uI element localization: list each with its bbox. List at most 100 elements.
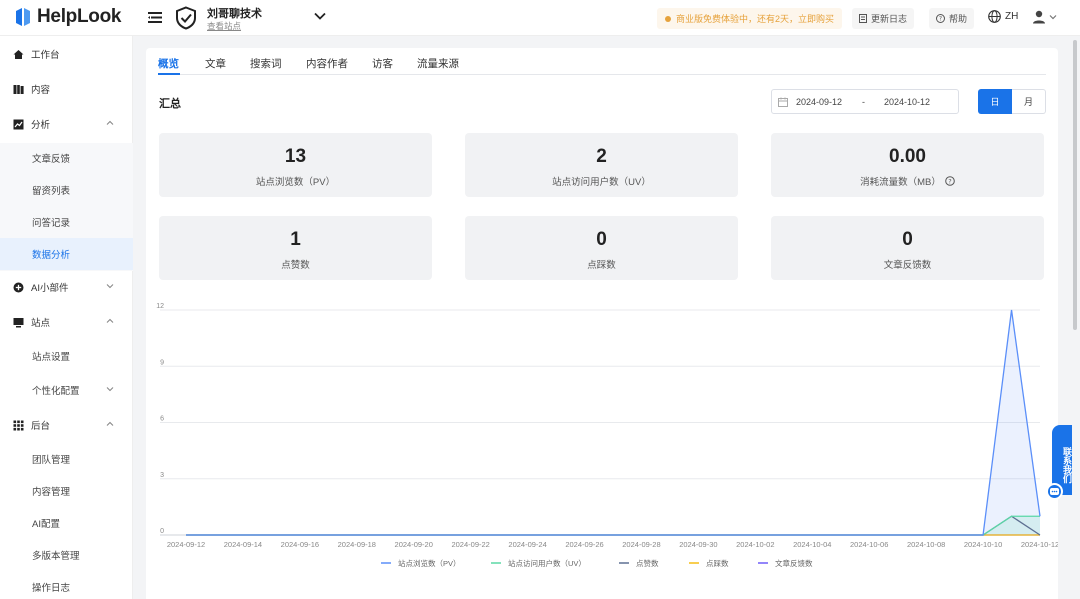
promo-text: 商业版免费体验中，还有2天，立即购买 — [676, 14, 835, 24]
stat-label: 站点浏览数（PV） — [255, 177, 336, 188]
sidebar-item-label: 数据分析 — [32, 250, 71, 261]
view-site-link[interactable]: 查看站点 — [207, 20, 241, 32]
sidebar-item-team-management[interactable]: 团队管理 — [0, 443, 133, 475]
help-label: 帮助 — [949, 14, 968, 24]
sidebar-item-label: 问答记录 — [32, 218, 71, 229]
help-button[interactable]: ? 帮助 — [929, 8, 975, 29]
sidebar-item-version-management[interactable]: 多版本管理 — [0, 539, 133, 571]
legend-label: 点赞数 — [636, 558, 659, 568]
plus-circle-icon — [13, 282, 24, 292]
sidebar-item-operation-log[interactable]: 操作日志 — [0, 571, 133, 599]
sidebar-item-admin[interactable]: 后台 — [0, 409, 133, 441]
chevron-up-icon — [106, 421, 114, 426]
date-range-picker[interactable]: 2024-09-12 - 2024-10-12 — [771, 89, 959, 114]
grid-icon — [13, 420, 24, 430]
stat-value: 0 — [596, 229, 607, 250]
menu-toggle-icon[interactable] — [148, 12, 162, 23]
sidebar-item-site-settings[interactable]: 站点设置 — [0, 340, 133, 372]
language-label: ZH — [1005, 11, 1019, 22]
analytics-card: 概览 文章 搜索词 内容作者 访客 流量来源 汇总 2024-09-12 - 2… — [146, 48, 1058, 599]
sidebar-item-lead-list[interactable]: 留资列表 — [0, 174, 133, 206]
sidebar-item-label: 文章反馈 — [32, 154, 71, 165]
tab-search-terms[interactable]: 搜索词 — [250, 56, 282, 71]
globe-icon — [988, 10, 1001, 23]
sidebar-item-label: 工作台 — [31, 50, 60, 61]
user-menu[interactable] — [1032, 10, 1057, 24]
svg-text:?: ? — [948, 177, 951, 185]
home-icon — [13, 49, 24, 59]
y-tick-label: 12 — [156, 303, 164, 310]
changelog-button[interactable]: 更新日志 — [852, 8, 915, 29]
sidebar-item-label: AI小部件 — [31, 283, 69, 294]
granularity-month-button[interactable]: 月 — [1012, 89, 1046, 114]
chevron-up-icon — [106, 120, 114, 125]
legend-label: 站点访问用户数（UV） — [508, 558, 586, 568]
helplook-logo[interactable]: HelpLook — [14, 6, 121, 28]
chevron-down-icon — [106, 387, 114, 392]
x-tick-label: 2024-09-22 — [451, 540, 489, 549]
changelog-label: 更新日志 — [871, 14, 908, 24]
stat-value: 13 — [284, 146, 307, 167]
date-start: 2024-09-12 — [796, 97, 843, 107]
sidebar-item-label: 多版本管理 — [32, 551, 80, 562]
sidebar-item-label: 站点设置 — [32, 352, 71, 363]
stat-value: 1 — [290, 229, 301, 250]
sidebar-item-content-management[interactable]: 内容管理 — [0, 475, 133, 507]
trend-line-chart: 0 3 6 9 12 2024-09-12 2024-09-14 2024-09-16 2024… — [156, 303, 1058, 568]
summary-title: 汇总 — [159, 98, 181, 110]
tab-overview[interactable]: 概览 — [158, 56, 179, 71]
sidebar-item-label: 团队管理 — [32, 455, 71, 466]
sidebar-item-ai-widget[interactable]: AI小部件 — [0, 271, 133, 303]
series-line — [186, 515, 1041, 536]
sidebar-item-site[interactable]: 站点 — [0, 306, 133, 338]
question-circle-icon[interactable]: ? — [945, 176, 955, 186]
sidebar-item-label: 站点 — [31, 318, 51, 329]
sidebar-item-workbench[interactable]: 工作台 — [0, 38, 133, 70]
series-line — [186, 515, 1040, 536]
sidebar-item-data-analysis[interactable]: 数据分析 — [0, 238, 133, 270]
stat-value: 0 — [902, 229, 913, 250]
x-tick-label: 2024-10-12 — [1021, 540, 1058, 549]
question-circle-icon: ? — [936, 14, 945, 23]
monitor-icon — [13, 317, 24, 327]
stat-card-feedback: 0 文章反馈数 — [771, 216, 1044, 280]
tab-articles[interactable]: 文章 — [205, 56, 226, 71]
x-tick-label: 2024-09-26 — [565, 540, 603, 549]
helplook-logo-icon — [16, 8, 30, 26]
chevron-down-icon — [1049, 15, 1057, 20]
sidebar-item-label: 操作日志 — [32, 583, 71, 594]
page-scrollbar[interactable] — [1073, 40, 1077, 330]
tab-bar: 概览 文章 搜索词 内容作者 访客 流量来源 — [158, 48, 1046, 75]
x-tick-label: 2024-09-30 — [679, 540, 717, 549]
tab-traffic-sources[interactable]: 流量来源 — [417, 56, 459, 71]
top-header: HelpLook 刘哥聊技术 查看站点 商业版免费体验中，还有2天，立即购买 更… — [0, 0, 1080, 36]
sidebar-item-article-feedback[interactable]: 文章反馈 — [0, 142, 133, 174]
language-switch[interactable]: ZH — [988, 10, 1018, 23]
sidebar-item-label: 后台 — [31, 421, 51, 432]
sidebar-item-qa-records[interactable]: 问答记录 — [0, 206, 133, 238]
x-tick-label: 2024-09-14 — [224, 540, 262, 549]
sidebar-item-personalization[interactable]: 个性化配置 — [0, 374, 133, 406]
promo-banner[interactable]: 商业版免费体验中，还有2天，立即购买 — [657, 8, 843, 29]
series-area — [186, 516, 1040, 535]
x-tick-label: 2024-10-08 — [907, 540, 945, 549]
stat-card-traffic: 0.00 消耗流量数（MB） ? — [771, 133, 1044, 197]
sidebar-item-ai-config[interactable]: AI配置 — [0, 507, 133, 539]
stat-label: 点赞数 — [281, 260, 310, 271]
chat-bubble-icon[interactable] — [1046, 483, 1063, 500]
date-separator: - — [862, 97, 865, 107]
tab-content-authors[interactable]: 内容作者 — [306, 56, 348, 71]
stat-value: 2 — [596, 146, 607, 167]
book-icon — [13, 84, 24, 94]
stat-label: 消耗流量数（MB） ? — [771, 174, 1044, 188]
chart-icon — [13, 119, 24, 129]
site-name[interactable]: 刘哥聊技术 — [207, 5, 262, 21]
sidebar-item-analysis[interactable]: 分析 — [0, 108, 133, 140]
granularity-day-button[interactable]: 日 — [978, 89, 1012, 114]
tab-visitors[interactable]: 访客 — [372, 56, 393, 71]
x-tick-label: 2024-09-12 — [167, 540, 205, 549]
sidebar-item-label: 分析 — [31, 120, 51, 131]
sidebar-item-content[interactable]: 内容 — [0, 73, 133, 105]
chevron-down-icon[interactable] — [314, 12, 326, 20]
stat-card-dislikes: 0 点踩数 — [465, 216, 738, 280]
